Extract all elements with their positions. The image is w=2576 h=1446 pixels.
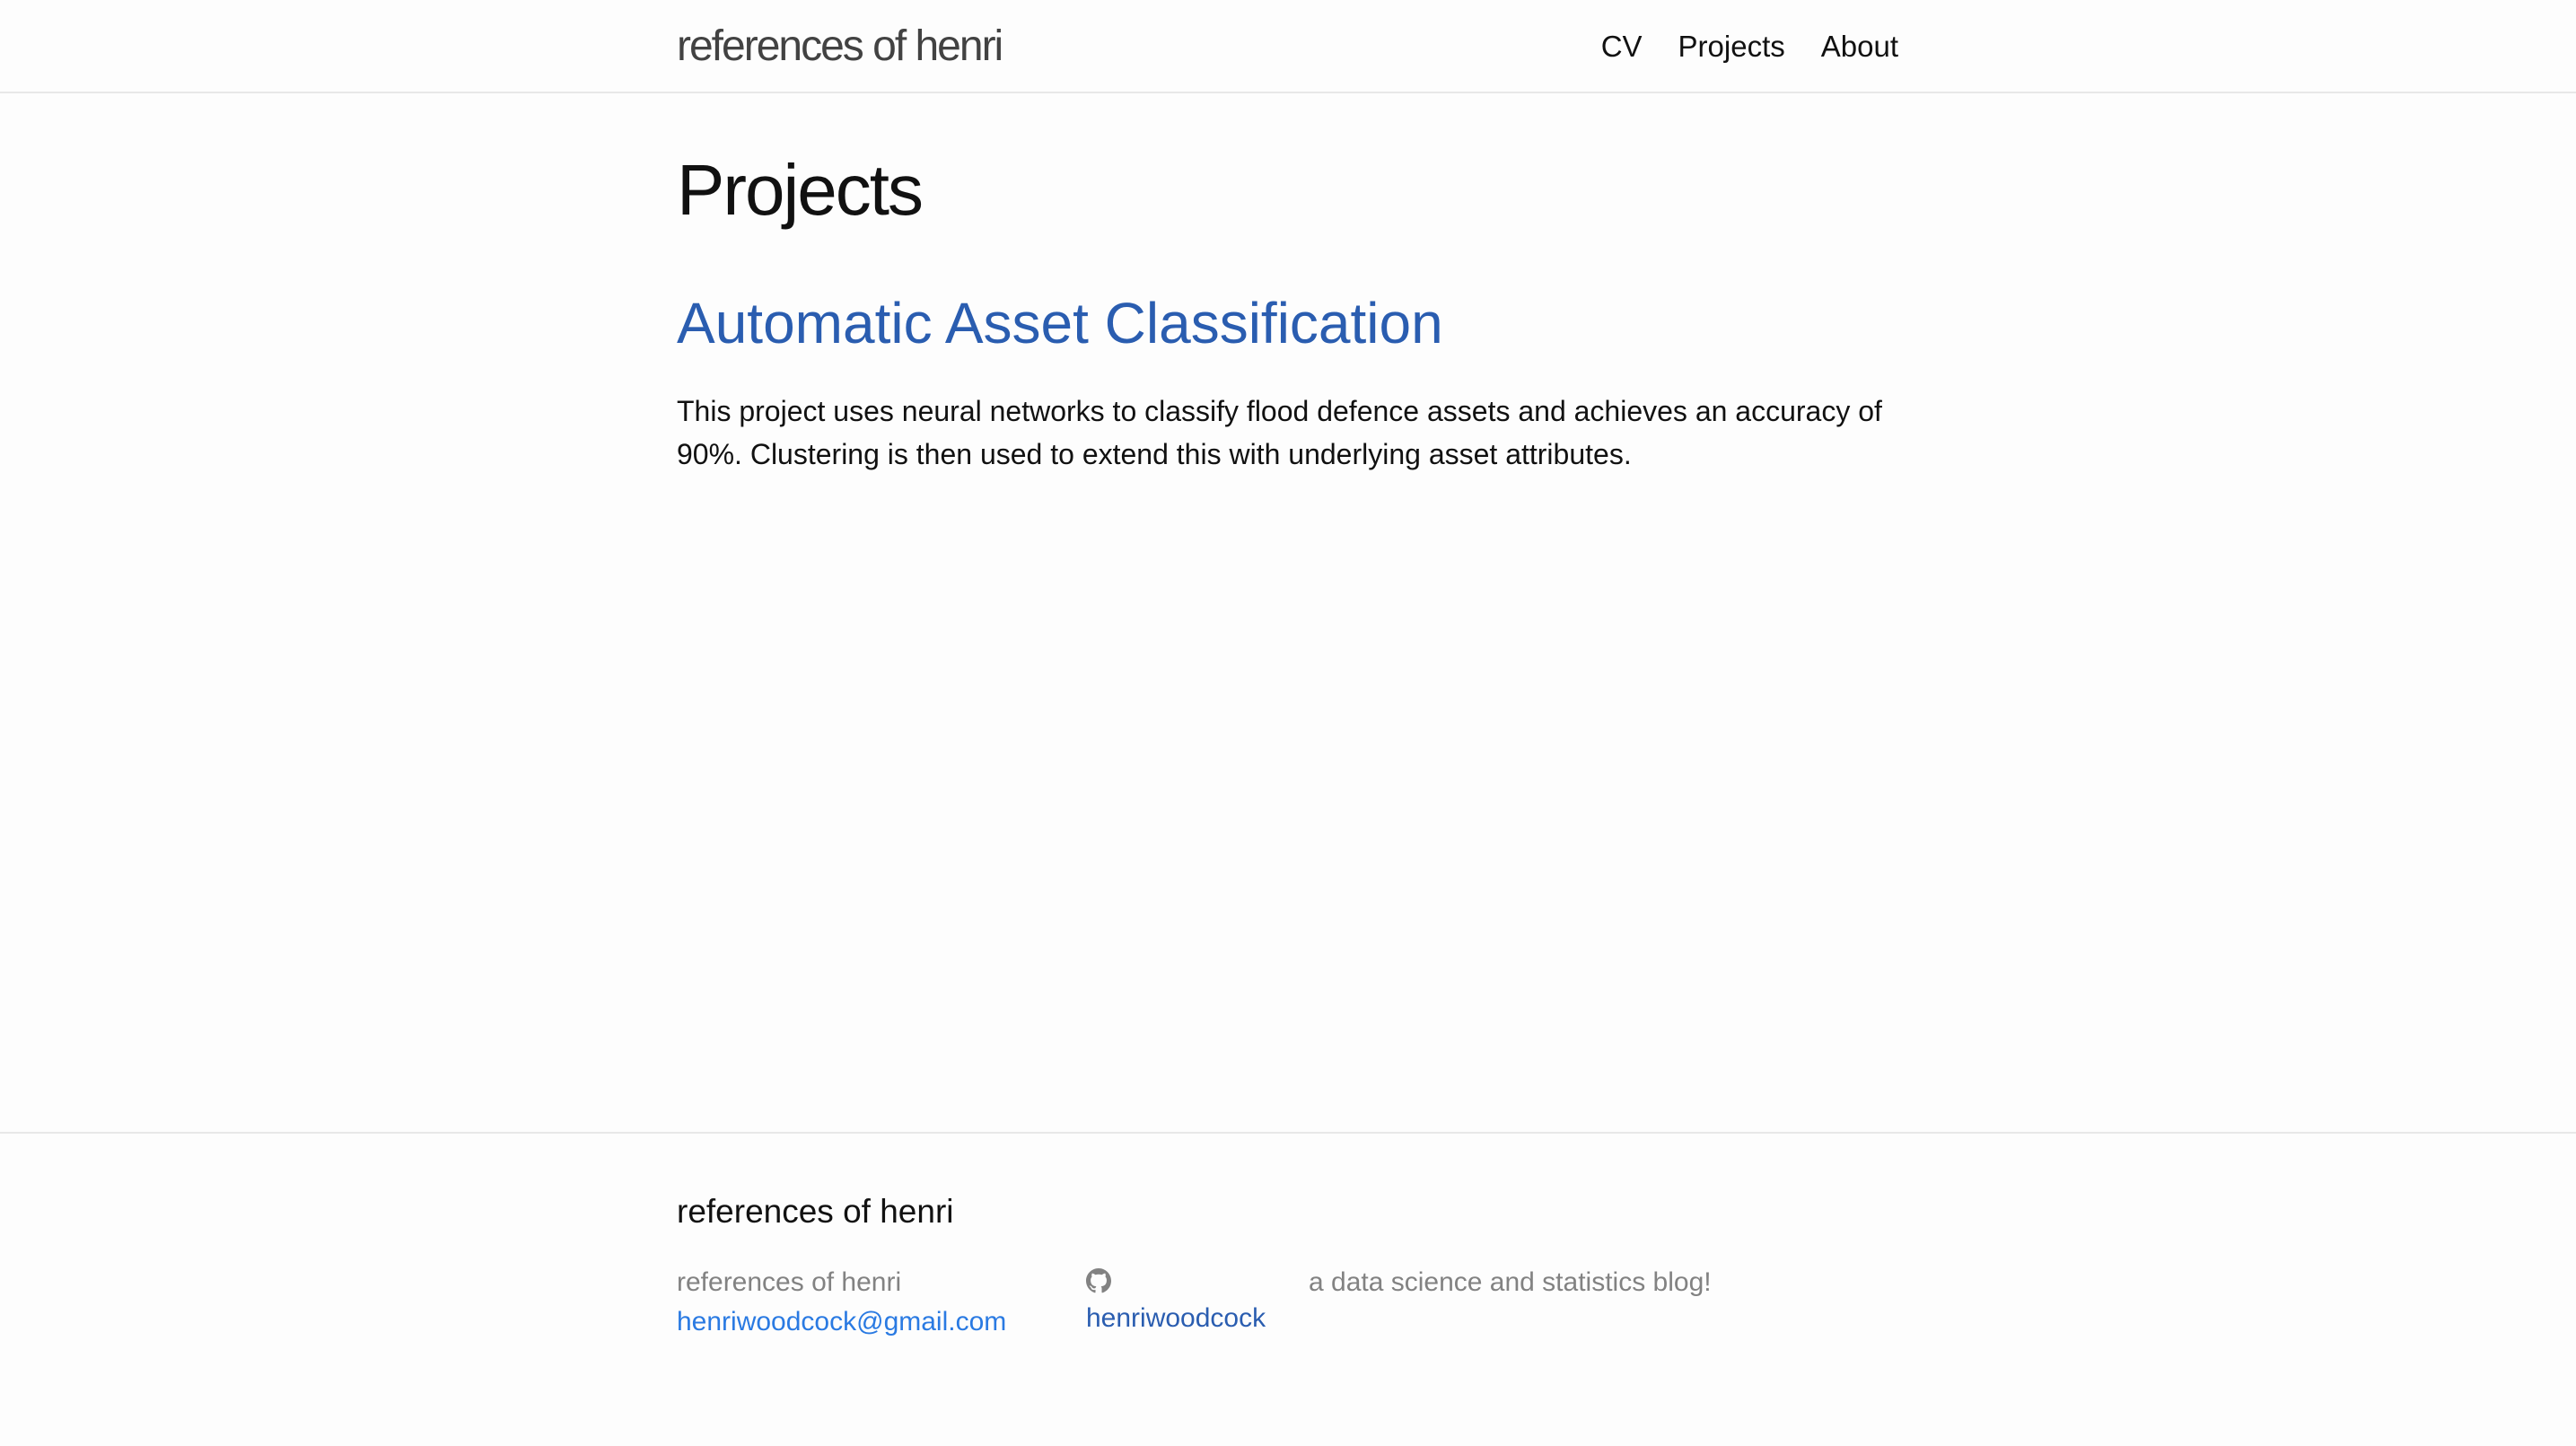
footer-heading: references of henri — [677, 1193, 954, 1230]
project-title-link[interactable]: Automatic Asset Classification — [677, 287, 1443, 359]
footer-contact: references of henri henriwoodcock@gmail.… — [677, 1263, 1006, 1342]
nav-link-about[interactable]: About — [1821, 25, 1898, 68]
nav-link-projects[interactable]: Projects — [1678, 25, 1785, 68]
site-title-link[interactable]: references of henri — [677, 20, 1003, 74]
site-nav: CV Projects About — [1601, 25, 1898, 68]
site-footer: references of henri references of henri … — [0, 1132, 2576, 1446]
nav-link-cv[interactable]: CV — [1601, 25, 1643, 68]
github-icon — [1086, 1268, 1111, 1293]
footer-email-link[interactable]: henriwoodcock@gmail.com — [677, 1302, 1006, 1342]
footer-github-link[interactable]: henriwoodcock — [1086, 1299, 1266, 1338]
site-header: references of henri CV Projects About — [0, 0, 2576, 93]
footer-tagline: a data science and statistics blog! — [1309, 1267, 1712, 1297]
footer-name: references of henri — [677, 1267, 902, 1297]
page-title: Projects — [677, 150, 924, 230]
project-description: This project uses neural networks to cla… — [677, 395, 1882, 470]
footer-social: henriwoodcock — [1086, 1263, 1266, 1338]
